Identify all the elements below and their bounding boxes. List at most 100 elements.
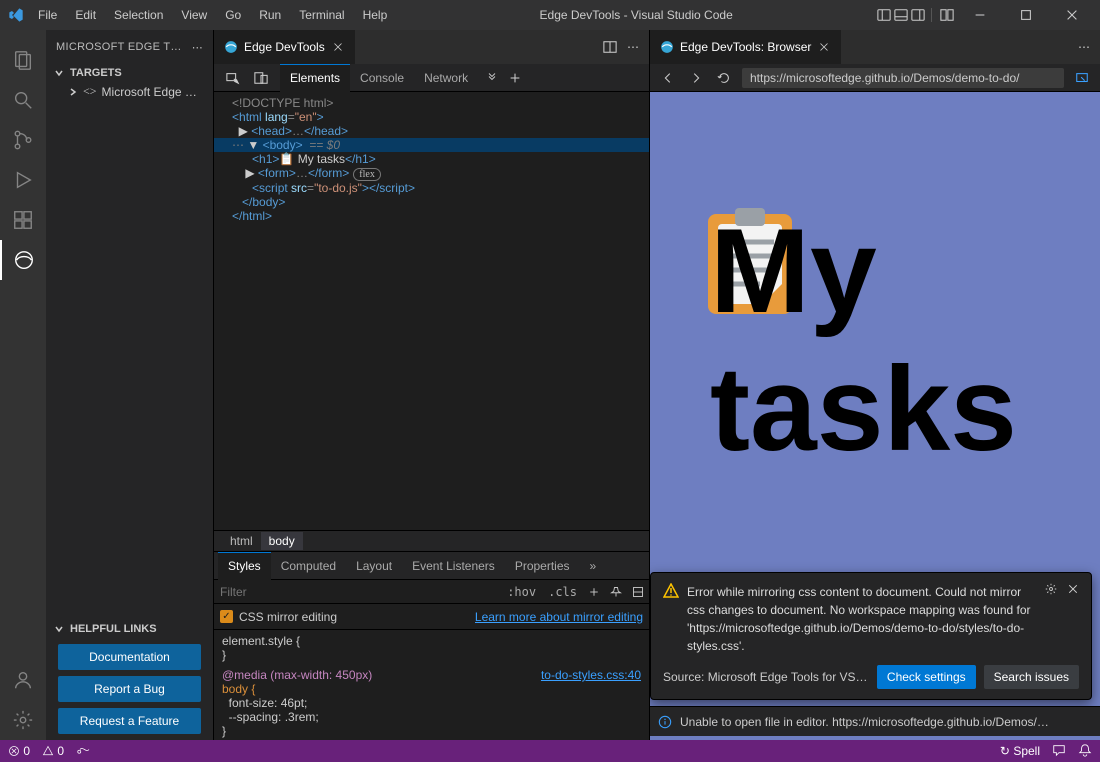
elements-dom-tree[interactable]: <!DOCTYPE html> <html lang="en"> ▶ <head…	[214, 92, 649, 530]
menu-file[interactable]: File	[30, 4, 65, 26]
more-tabs-icon[interactable]	[486, 72, 498, 84]
editor-group-devtools: Edge DevTools ⋯ Elements Console Network	[214, 30, 650, 740]
sidebar-title: MICROSOFT EDGE T…	[56, 41, 182, 53]
tabs-left: Edge DevTools ⋯	[214, 30, 649, 64]
subtab-styles[interactable]: Styles	[218, 552, 271, 580]
styles-panel[interactable]: element.style {} to-do-styles.css:40 @me…	[214, 630, 649, 740]
section-targets[interactable]: TARGETS	[46, 64, 213, 82]
menu-help[interactable]: Help	[355, 4, 396, 26]
css-mirror-row: ✓ CSS mirror editing Learn more about mi…	[214, 604, 649, 630]
device-toggle-icon[interactable]	[248, 65, 274, 91]
link-documentation[interactable]: Documentation	[58, 644, 201, 670]
cls-toggle[interactable]: .cls	[542, 583, 583, 601]
add-tab-icon[interactable]	[508, 71, 522, 85]
activity-accounts[interactable]	[0, 660, 46, 700]
devtools-tab-console[interactable]: Console	[350, 64, 414, 92]
status-spell[interactable]: ↻ Spell	[1000, 744, 1040, 758]
menu-selection[interactable]: Selection	[106, 4, 171, 26]
tab-label: Edge DevTools: Browser	[680, 40, 811, 54]
link-request-feature[interactable]: Request a Feature	[58, 708, 201, 734]
layout-customize-icon[interactable]	[940, 8, 954, 22]
activity-settings[interactable]	[0, 700, 46, 740]
subtab-computed[interactable]: Computed	[271, 552, 346, 580]
vscode-logo-icon	[8, 7, 24, 23]
subtab-more-icon[interactable]: »	[580, 552, 607, 580]
layout-secondary-icon[interactable]	[911, 8, 925, 22]
activity-explorer[interactable]	[0, 40, 46, 80]
activity-search[interactable]	[0, 80, 46, 120]
toast-close-icon[interactable]	[1067, 583, 1079, 595]
computed-panel-icon[interactable]	[627, 586, 649, 598]
clipboard-emoji-icon: 📋	[279, 152, 294, 166]
menu-view[interactable]: View	[173, 4, 215, 26]
menu-run[interactable]: Run	[251, 4, 289, 26]
maximize-button[interactable]	[1006, 0, 1046, 30]
mirror-checkbox[interactable]: ✓	[220, 610, 233, 623]
sidebar-more-icon[interactable]: ⋯	[192, 41, 203, 54]
nav-forward-icon[interactable]	[686, 71, 706, 85]
tab-edge-browser[interactable]: Edge DevTools: Browser	[650, 30, 841, 64]
new-style-rule-icon[interactable]	[583, 586, 605, 598]
status-ports-icon[interactable]	[76, 744, 90, 758]
tab-edge-devtools[interactable]: Edge DevTools	[214, 30, 355, 64]
devtools-toolbar: Elements Console Network	[214, 64, 649, 92]
crumb-html[interactable]: html	[222, 532, 261, 550]
browser-nav-bar: https://microsoftedge.github.io/Demos/de…	[650, 64, 1100, 92]
tab-more-icon[interactable]: ⋯	[1078, 40, 1090, 54]
toast-settings-icon[interactable]	[1045, 583, 1057, 595]
target-item[interactable]: <> Microsoft Edge …	[46, 82, 213, 101]
devtools-tab-elements[interactable]: Elements	[280, 64, 350, 92]
hov-toggle[interactable]: :hov	[501, 583, 542, 601]
styles-filter-row: :hov .cls	[214, 580, 649, 604]
toast-message: Error while mirroring css content to doc…	[687, 583, 1037, 655]
search-issues-button[interactable]: Search issues	[984, 665, 1079, 689]
inspect-element-icon[interactable]	[220, 65, 246, 91]
nav-back-icon[interactable]	[658, 71, 678, 85]
tab-more-icon[interactable]: ⋯	[627, 40, 639, 54]
page-heading: My tasks	[710, 202, 1090, 478]
close-icon[interactable]	[331, 40, 345, 54]
section-helpful-links[interactable]: HELPFUL LINKS	[46, 620, 213, 638]
title-right	[877, 0, 1092, 30]
info-icon	[658, 715, 672, 729]
pin-icon[interactable]	[605, 586, 627, 598]
browser-viewport[interactable]: My tasks Error while mirroring css conte…	[650, 92, 1100, 740]
status-bell-icon[interactable]	[1078, 743, 1092, 760]
check-settings-button[interactable]: Check settings	[877, 665, 976, 689]
url-bar[interactable]: https://microsoftedge.github.io/Demos/de…	[742, 68, 1064, 88]
screencast-toggle-icon[interactable]	[1072, 71, 1092, 85]
menu-terminal[interactable]: Terminal	[291, 4, 352, 26]
subtab-layout[interactable]: Layout	[346, 552, 402, 580]
layout-panel-icon[interactable]	[894, 8, 908, 22]
status-errors[interactable]: 0	[8, 744, 30, 758]
styles-filter-input[interactable]	[214, 585, 501, 599]
link-report-bug[interactable]: Report a Bug	[58, 676, 201, 702]
mirror-label: CSS mirror editing	[239, 610, 337, 624]
edge-icon	[224, 40, 238, 54]
activity-scm[interactable]	[0, 120, 46, 160]
activity-run[interactable]	[0, 160, 46, 200]
flex-badge[interactable]: flex	[353, 168, 381, 181]
target-type-icon: <>	[83, 84, 97, 99]
activity-extensions[interactable]	[0, 200, 46, 240]
status-feedback-icon[interactable]	[1052, 743, 1066, 760]
close-window-button[interactable]	[1052, 0, 1092, 30]
styles-subtabs: Styles Computed Layout Event Listeners P…	[214, 552, 649, 580]
menu-edit[interactable]: Edit	[67, 4, 104, 26]
minimize-button[interactable]	[960, 0, 1000, 30]
subtab-eventlisteners[interactable]: Event Listeners	[402, 552, 505, 580]
nav-reload-icon[interactable]	[714, 71, 734, 85]
css-file-link[interactable]: to-do-styles.css:40	[541, 668, 641, 682]
activity-edge-devtools[interactable]	[0, 240, 46, 280]
layout-primary-icon[interactable]	[877, 8, 891, 22]
devtools-tab-network[interactable]: Network	[414, 64, 478, 92]
menu-go[interactable]: Go	[217, 4, 249, 26]
split-editor-icon[interactable]	[603, 40, 617, 54]
crumb-body[interactable]: body	[261, 532, 303, 550]
tab-label: Edge DevTools	[244, 40, 325, 54]
target-item-label: Microsoft Edge …	[102, 85, 197, 99]
subtab-properties[interactable]: Properties	[505, 552, 580, 580]
mirror-learn-more-link[interactable]: Learn more about mirror editing	[475, 610, 643, 624]
close-icon[interactable]	[817, 40, 831, 54]
status-warnings[interactable]: 0	[42, 744, 64, 758]
